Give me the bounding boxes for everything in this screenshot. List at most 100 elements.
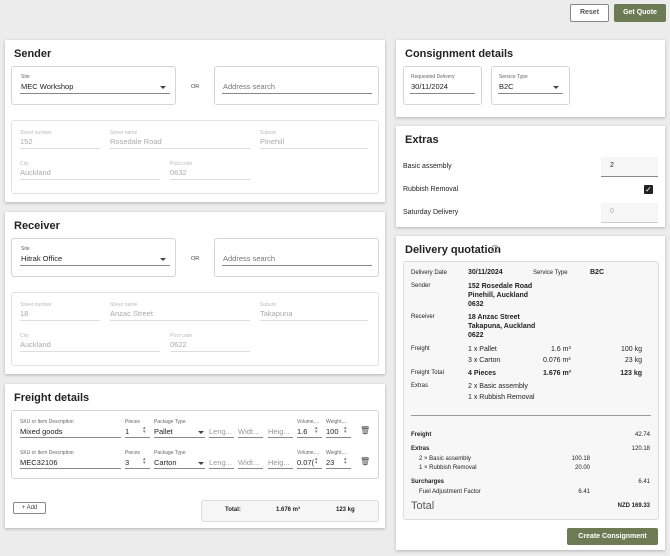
freight-item-weight: 100 kg (620, 346, 642, 353)
freight-item-volume: 0.076 m³ (543, 357, 571, 364)
chevron-down-icon[interactable] (160, 258, 166, 261)
sender-site-select[interactable]: MEC Workshop (21, 82, 73, 91)
freight-title: Freight details (14, 392, 90, 404)
consignment-title: Consignment details (405, 48, 514, 60)
receiver-address-search-input[interactable]: Address search (223, 254, 275, 263)
receiver-line-1: 18 Anzac Street (468, 314, 520, 321)
rubbish-removal-label: Rubbish Removal (403, 186, 459, 193)
sender-line-1: 152 Rosedale Road (468, 283, 533, 290)
cost-freight-value: 42.74 (634, 432, 650, 438)
sku-label: SKU or Item Description (20, 450, 74, 456)
stepper-icon[interactable]: ▴ ▾ (315, 426, 318, 435)
stepper-icon[interactable]: ▴ ▾ (344, 426, 347, 435)
height-input[interactable]: Heig... (268, 458, 290, 467)
package-type-label: Package Type (154, 419, 186, 425)
pieces-label: Pieces (125, 450, 141, 456)
volume-input[interactable]: 0.07( (297, 458, 314, 467)
sku-input[interactable]: Mixed goods (20, 427, 63, 436)
street-name-field: Anzac Street (110, 309, 153, 318)
service-type-value: B2C (590, 269, 605, 276)
sender-card: Sender Site MEC Workshop OR Address sear… (5, 40, 385, 202)
street-name-label: Street name (110, 130, 138, 136)
requested-delivery-group: Requested Delivery 30/11/2024 (403, 66, 482, 105)
sender-site-label: Site (21, 74, 30, 80)
sender-address-search-input[interactable]: Address search (223, 82, 275, 91)
street-name-field: Rosedale Road (110, 137, 162, 146)
street-number-label: Street number (20, 302, 52, 308)
pieces-label: Pieces (125, 419, 141, 425)
length-input[interactable]: Leng... (209, 458, 232, 467)
divider (411, 415, 651, 416)
extras-card: Extras Basic assembly 2 Rubbish Removal … (396, 126, 665, 227)
sku-input[interactable]: MEC32106 (20, 458, 58, 467)
stepper-icon[interactable]: ▴ ▾ (315, 457, 318, 466)
trash-icon[interactable]: 🗑 (360, 457, 370, 466)
stepper-icon[interactable]: ▴ ▾ (143, 426, 146, 435)
basic-assembly-input-box: 2 (601, 157, 658, 177)
length-input[interactable]: Leng... (209, 427, 232, 436)
sender-site-group: Site MEC Workshop (11, 66, 176, 105)
volume-input[interactable]: 1.6 (297, 427, 307, 436)
sender-address-details: Street number 152 Street name Rosedale R… (11, 120, 379, 194)
sender-address-group: Address search (214, 66, 379, 105)
service-type-select[interactable]: B2C (499, 82, 514, 91)
chevron-down-icon[interactable] (198, 431, 204, 434)
weight-input[interactable]: 23 (326, 458, 334, 467)
city-field: Auckland (20, 168, 51, 177)
width-input[interactable]: Widt... (238, 458, 259, 467)
receiver-title: Receiver (14, 220, 60, 232)
height-input[interactable]: Heig... (268, 427, 290, 436)
street-name-label: Street name (110, 302, 138, 308)
freight-total-label: Total: (225, 507, 241, 513)
info-icon[interactable]: i (491, 245, 499, 253)
freight-total-volume: 1.676 m³ (543, 370, 572, 377)
add-item-button[interactable]: + Add (13, 502, 46, 514)
delivery-date-label: Delivery Date (411, 270, 448, 276)
basic-assembly-input[interactable]: 2 (610, 162, 614, 169)
street-number-label: Street number (20, 130, 52, 136)
postcode-label: Post code (170, 161, 193, 167)
receiver-site-select[interactable]: Hitrak Office (21, 254, 62, 263)
weight-input[interactable]: 100 (326, 427, 339, 436)
cost-extra-item-desc: 2 × Basic assembly (419, 456, 471, 462)
trash-icon[interactable]: 🗑 (360, 426, 370, 435)
sender-line-2: Pinehill, Auckland (468, 292, 529, 299)
freight-item-weight: 23 kg (624, 357, 642, 364)
get-quote-button[interactable]: Get Quote (614, 4, 666, 22)
package-type-select[interactable]: Pallet (154, 427, 173, 436)
suburb-field: Pinehill (260, 137, 285, 146)
chevron-down-icon[interactable] (160, 86, 166, 89)
pieces-input[interactable]: 1 (125, 427, 129, 436)
city-label: City (20, 333, 29, 339)
extras-label: Extras (411, 383, 429, 389)
width-input[interactable]: Widt... (238, 427, 259, 436)
chevron-down-icon[interactable] (553, 86, 559, 89)
freight-card: Freight details SKU or Item Description … (5, 384, 385, 528)
requested-delivery-input[interactable]: 30/11/2024 (411, 82, 448, 91)
stepper-icon[interactable]: ▴ ▾ (143, 457, 146, 466)
rubbish-removal-checkbox[interactable]: ✓ (644, 185, 653, 194)
chevron-down-icon[interactable] (198, 462, 204, 465)
reset-button[interactable]: Reset (570, 4, 609, 22)
receiver-site-label: Site (21, 246, 30, 252)
basic-assembly-label: Basic assembly (403, 163, 452, 170)
freight-total-weight: 123 kg (336, 507, 355, 513)
service-type-label: Service Type (533, 270, 568, 276)
receiver-address-details: Street number 18 Street name Anzac Stree… (11, 292, 379, 366)
fuel-adjustment-label: Fuel Adjustment Factor (419, 489, 481, 495)
freight-item-desc: 3 x Carton (468, 357, 501, 364)
stepper-icon[interactable]: ▴ ▾ (344, 457, 347, 466)
receiver-label: Receiver (411, 314, 435, 320)
street-number-field: 18 (20, 309, 29, 318)
pieces-input[interactable]: 3 (125, 458, 129, 467)
package-type-select[interactable]: Carton (154, 458, 177, 467)
freight-item-volume: 1.6 m³ (551, 346, 571, 353)
surcharges-value: 6.41 (638, 479, 650, 485)
fuel-adjustment-value: 6.41 (578, 489, 590, 495)
saturday-delivery-input-box: 0 (601, 203, 658, 223)
service-type-label: Service Type (499, 74, 528, 80)
cost-extra-item-amount: 20.00 (574, 465, 590, 471)
create-consignment-button[interactable]: Create Consignment (567, 528, 658, 545)
saturday-delivery-input[interactable]: 0 (610, 208, 614, 215)
freight-item-desc: 1 x Pallet (468, 346, 497, 353)
